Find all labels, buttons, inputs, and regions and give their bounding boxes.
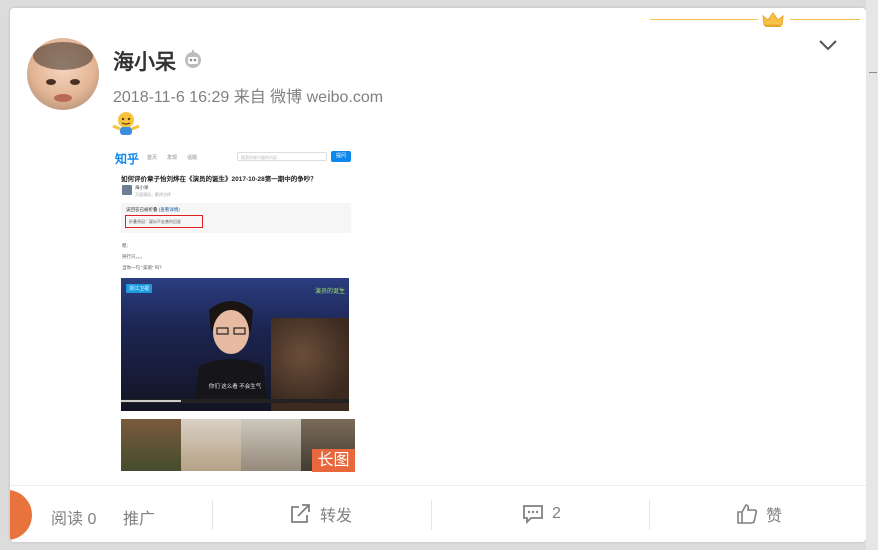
video-progress-bar bbox=[121, 399, 349, 403]
long-image-attachment[interactable]: 知乎 首页 发现 话题 搜索你感兴趣的内容... 提问 如何评价章子怡刘烨在《演… bbox=[113, 147, 355, 471]
zhihu-question: 如何评价章子怡刘烨在《演员的诞生》2017-10-28第一期中的争吵？ bbox=[121, 176, 317, 183]
post-source[interactable]: 微博 weibo.com bbox=[270, 89, 383, 106]
floating-avatar-button[interactable] bbox=[10, 490, 32, 540]
like-label: 赞 bbox=[766, 508, 783, 525]
shrug-emoji-icon bbox=[112, 112, 140, 135]
weibo-post-card: 海小呆 2018-11-6 16:29 来自 微博 weibo.com 知乎 首… bbox=[10, 8, 866, 542]
zhihu-nav-topics: 话题 bbox=[187, 155, 198, 161]
show-watermark: 演员的诞生 bbox=[314, 289, 345, 295]
chair-image bbox=[271, 318, 349, 411]
video-caption: 你们 这么看 不会生气 bbox=[208, 384, 262, 390]
divider bbox=[212, 500, 213, 530]
scrollbar-tick bbox=[869, 72, 877, 73]
post-date[interactable]: 2018-11-6 16:29 bbox=[113, 89, 229, 106]
read-count: 阅读 0 bbox=[51, 511, 97, 528]
like-button[interactable]: 赞 bbox=[736, 503, 782, 525]
repost-icon bbox=[291, 504, 310, 523]
repost-button[interactable]: 转发 bbox=[290, 503, 352, 525]
promote-link[interactable]: 推广 bbox=[123, 505, 155, 529]
video-frame: 浙江卫视 演员的诞生 你们 这么看 不会生气 bbox=[121, 278, 349, 411]
long-image-badge: 长图 bbox=[312, 449, 355, 472]
zhihu-search: 搜索你感兴趣的内容... bbox=[237, 152, 327, 161]
post-footer: 阅读 0 推广 转发 2 赞 bbox=[10, 485, 866, 542]
comment-count: 2 bbox=[552, 505, 561, 522]
channel-logo: 浙江卫视 bbox=[126, 284, 153, 293]
post-meta: 2018-11-6 16:29 来自 微博 weibo.com bbox=[113, 83, 383, 107]
crown-line-right bbox=[790, 19, 860, 20]
crown-line-left bbox=[650, 19, 758, 20]
zhihu-body-line: 哭行只。。。 bbox=[122, 254, 145, 259]
member-robot-icon[interactable] bbox=[182, 48, 204, 70]
divider bbox=[649, 500, 650, 530]
zhihu-logo: 知乎 bbox=[115, 152, 140, 166]
divider bbox=[431, 500, 432, 530]
repost-label: 转发 bbox=[320, 508, 353, 525]
window-scrollbar[interactable] bbox=[866, 0, 878, 550]
source-prefix: 来自 bbox=[233, 89, 266, 106]
thumbs-up-icon bbox=[737, 504, 758, 524]
avatar-face-icon bbox=[33, 42, 93, 102]
zhihu-body-line: 嗯： bbox=[122, 243, 131, 248]
zhihu-author-name: 海小呆 bbox=[135, 185, 149, 190]
zhihu-body-line: 当你一句 "美丽" 吗？ bbox=[122, 265, 164, 270]
zhihu-author-avatar bbox=[122, 185, 132, 195]
zhihu-ask-button: 提问 bbox=[331, 151, 351, 162]
zhihu-header: 知乎 首页 发现 话题 搜索你感兴趣的内容... 提问 bbox=[113, 147, 355, 167]
zhihu-nav-home: 首页 bbox=[147, 155, 158, 161]
comment-icon bbox=[523, 505, 543, 524]
zhihu-fold-reason: 折叠原因：疑似不友善的回复 bbox=[125, 215, 203, 228]
comment-button[interactable]: 2 bbox=[522, 503, 561, 525]
zhihu-nav-explore: 发现 bbox=[167, 155, 178, 161]
chevron-down-icon[interactable] bbox=[818, 38, 838, 52]
zhihu-folded-notice: 该回答已被折叠 (查看详情) 折叠原因：疑似不友善的回复 bbox=[121, 203, 351, 233]
zhihu-author-desc: 万恶演员，影评点评 bbox=[135, 192, 171, 197]
avatar[interactable] bbox=[27, 38, 99, 110]
username[interactable]: 海小呆 bbox=[113, 46, 176, 76]
zhihu-fold-title: 该回答已被折叠 (查看详情) bbox=[126, 207, 180, 212]
crown-icon bbox=[762, 12, 784, 27]
